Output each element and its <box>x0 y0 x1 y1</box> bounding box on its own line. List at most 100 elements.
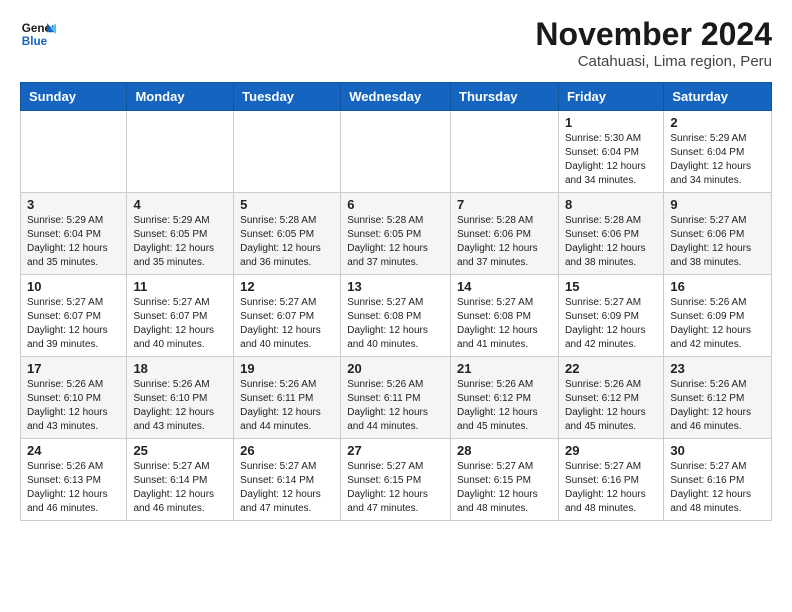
day-info: Sunrise: 5:27 AM Sunset: 6:06 PM Dayligh… <box>670 214 765 270</box>
day-info: Sunrise: 5:28 AM Sunset: 6:06 PM Dayligh… <box>565 214 657 270</box>
day-cell <box>341 111 451 193</box>
day-info: Sunrise: 5:30 AM Sunset: 6:04 PM Dayligh… <box>565 132 657 188</box>
title-area: November 2024 Catahuasi, Lima region, Pe… <box>535 16 772 70</box>
day-number: 30 <box>670 443 765 458</box>
day-info: Sunrise: 5:27 AM Sunset: 6:07 PM Dayligh… <box>133 296 227 352</box>
day-number: 16 <box>670 279 765 294</box>
day-info: Sunrise: 5:26 AM Sunset: 6:12 PM Dayligh… <box>457 378 552 434</box>
day-info: Sunrise: 5:27 AM Sunset: 6:07 PM Dayligh… <box>240 296 334 352</box>
day-info: Sunrise: 5:26 AM Sunset: 6:13 PM Dayligh… <box>27 460 120 516</box>
day-number: 6 <box>347 197 444 212</box>
day-cell: 20 Sunrise: 5:26 AM Sunset: 6:11 PM Dayli… <box>341 357 451 439</box>
day-cell: 27 Sunrise: 5:27 AM Sunset: 6:15 PM Dayli… <box>341 439 451 521</box>
col-tuesday: Tuesday <box>234 83 341 111</box>
day-cell <box>451 111 559 193</box>
svg-text:Blue: Blue <box>22 35 48 48</box>
day-number: 7 <box>457 197 552 212</box>
day-info: Sunrise: 5:27 AM Sunset: 6:15 PM Dayligh… <box>457 460 552 516</box>
day-cell: 15Sunrise: 5:27 AM Sunset: 6:09 PM Dayli… <box>558 275 663 357</box>
day-info: Sunrise: 5:27 AM Sunset: 6:14 PM Dayligh… <box>133 460 227 516</box>
day-cell <box>21 111 127 193</box>
day-number: 20 <box>347 361 444 376</box>
day-cell: 22 Sunrise: 5:26 AM Sunset: 6:12 PM Dayli… <box>558 357 663 439</box>
day-cell: 18 Sunrise: 5:26 AM Sunset: 6:10 PM Dayli… <box>127 357 234 439</box>
day-number: 11 <box>133 279 227 294</box>
day-info: Sunrise: 5:26 AM Sunset: 6:12 PM Dayligh… <box>565 378 657 434</box>
day-info: Sunrise: 5:27 AM Sunset: 6:08 PM Dayligh… <box>347 296 444 352</box>
day-cell: 8 Sunrise: 5:28 AM Sunset: 6:06 PM Daylig… <box>558 193 663 275</box>
day-info: Sunrise: 5:29 AM Sunset: 6:04 PM Dayligh… <box>670 132 765 188</box>
day-info: Sunrise: 5:26 AM Sunset: 6:11 PM Dayligh… <box>240 378 334 434</box>
day-cell: 4 Sunrise: 5:29 AM Sunset: 6:05 PM Daylig… <box>127 193 234 275</box>
header: General Blue November 2024 Catahuasi, Li… <box>20 16 772 70</box>
week-row-0: 1 Sunrise: 5:30 AM Sunset: 6:04 PM Daylig… <box>21 111 772 193</box>
day-cell: 1 Sunrise: 5:30 AM Sunset: 6:04 PM Daylig… <box>558 111 663 193</box>
day-info: Sunrise: 5:26 AM Sunset: 6:10 PM Dayligh… <box>133 378 227 434</box>
page: General Blue November 2024 Catahuasi, Li… <box>0 0 792 537</box>
day-cell: 2 Sunrise: 5:29 AM Sunset: 6:04 PM Daylig… <box>664 111 772 193</box>
week-row-2: 10 Sunrise: 5:27 AM Sunset: 6:07 PM Dayli… <box>21 275 772 357</box>
day-number: 15 <box>565 279 657 294</box>
day-info: Sunrise: 5:27 AM Sunset: 6:16 PM Dayligh… <box>670 460 765 516</box>
day-cell: 26Sunrise: 5:27 AM Sunset: 6:14 PM Dayli… <box>234 439 341 521</box>
day-cell: 30 Sunrise: 5:27 AM Sunset: 6:16 PM Dayli… <box>664 439 772 521</box>
day-cell: 21 Sunrise: 5:26 AM Sunset: 6:12 PM Dayli… <box>451 357 559 439</box>
day-cell: 3 Sunrise: 5:29 AM Sunset: 6:04 PM Daylig… <box>21 193 127 275</box>
day-info: Sunrise: 5:27 AM Sunset: 6:15 PM Dayligh… <box>347 460 444 516</box>
col-thursday: Thursday <box>451 83 559 111</box>
day-cell: 13Sunrise: 5:27 AM Sunset: 6:08 PM Dayli… <box>341 275 451 357</box>
day-cell: 19 Sunrise: 5:26 AM Sunset: 6:11 PM Dayli… <box>234 357 341 439</box>
day-info: Sunrise: 5:29 AM Sunset: 6:05 PM Dayligh… <box>133 214 227 270</box>
day-number: 2 <box>670 115 765 130</box>
day-cell: 5Sunrise: 5:28 AM Sunset: 6:05 PM Daylig… <box>234 193 341 275</box>
day-number: 27 <box>347 443 444 458</box>
day-number: 1 <box>565 115 657 130</box>
day-info: Sunrise: 5:27 AM Sunset: 6:07 PM Dayligh… <box>27 296 120 352</box>
day-number: 19 <box>240 361 334 376</box>
day-number: 4 <box>133 197 227 212</box>
day-cell: 29 Sunrise: 5:27 AM Sunset: 6:16 PM Dayli… <box>558 439 663 521</box>
day-number: 28 <box>457 443 552 458</box>
calendar-body: 1 Sunrise: 5:30 AM Sunset: 6:04 PM Daylig… <box>21 111 772 521</box>
col-friday: Friday <box>558 83 663 111</box>
day-cell: 25Sunrise: 5:27 AM Sunset: 6:14 PM Dayli… <box>127 439 234 521</box>
day-number: 24 <box>27 443 120 458</box>
day-number: 9 <box>670 197 765 212</box>
day-info: Sunrise: 5:27 AM Sunset: 6:16 PM Dayligh… <box>565 460 657 516</box>
day-info: Sunrise: 5:29 AM Sunset: 6:04 PM Dayligh… <box>27 214 120 270</box>
week-row-4: 24 Sunrise: 5:26 AM Sunset: 6:13 PM Dayli… <box>21 439 772 521</box>
day-info: Sunrise: 5:26 AM Sunset: 6:10 PM Dayligh… <box>27 378 120 434</box>
day-cell: 14 Sunrise: 5:27 AM Sunset: 6:08 PM Dayli… <box>451 275 559 357</box>
logo: General Blue <box>20 16 56 52</box>
day-info: Sunrise: 5:26 AM Sunset: 6:11 PM Dayligh… <box>347 378 444 434</box>
day-number: 8 <box>565 197 657 212</box>
day-cell: 12 Sunrise: 5:27 AM Sunset: 6:07 PM Dayli… <box>234 275 341 357</box>
day-number: 12 <box>240 279 334 294</box>
day-number: 14 <box>457 279 552 294</box>
day-number: 3 <box>27 197 120 212</box>
day-cell: 11 Sunrise: 5:27 AM Sunset: 6:07 PM Dayli… <box>127 275 234 357</box>
day-cell <box>127 111 234 193</box>
day-number: 21 <box>457 361 552 376</box>
logo-icon: General Blue <box>20 16 56 52</box>
header-row: Sunday Monday Tuesday Wednesday Thursday… <box>21 83 772 111</box>
day-cell: 23Sunrise: 5:26 AM Sunset: 6:12 PM Dayli… <box>664 357 772 439</box>
day-cell: 16 Sunrise: 5:26 AM Sunset: 6:09 PM Dayli… <box>664 275 772 357</box>
day-info: Sunrise: 5:27 AM Sunset: 6:08 PM Dayligh… <box>457 296 552 352</box>
col-saturday: Saturday <box>664 83 772 111</box>
calendar-table: Sunday Monday Tuesday Wednesday Thursday… <box>20 82 772 521</box>
day-number: 29 <box>565 443 657 458</box>
day-info: Sunrise: 5:26 AM Sunset: 6:09 PM Dayligh… <box>670 296 765 352</box>
day-info: Sunrise: 5:26 AM Sunset: 6:12 PM Dayligh… <box>670 378 765 434</box>
calendar-header: Sunday Monday Tuesday Wednesday Thursday… <box>21 83 772 111</box>
day-number: 10 <box>27 279 120 294</box>
day-number: 22 <box>565 361 657 376</box>
day-cell: 24 Sunrise: 5:26 AM Sunset: 6:13 PM Dayli… <box>21 439 127 521</box>
day-cell: 17Sunrise: 5:26 AM Sunset: 6:10 PM Dayli… <box>21 357 127 439</box>
day-info: Sunrise: 5:28 AM Sunset: 6:05 PM Dayligh… <box>347 214 444 270</box>
week-row-1: 3 Sunrise: 5:29 AM Sunset: 6:04 PM Daylig… <box>21 193 772 275</box>
day-number: 18 <box>133 361 227 376</box>
day-cell: 28 Sunrise: 5:27 AM Sunset: 6:15 PM Dayli… <box>451 439 559 521</box>
day-cell: 10 Sunrise: 5:27 AM Sunset: 6:07 PM Dayli… <box>21 275 127 357</box>
day-cell: 7Sunrise: 5:28 AM Sunset: 6:06 PM Daylig… <box>451 193 559 275</box>
